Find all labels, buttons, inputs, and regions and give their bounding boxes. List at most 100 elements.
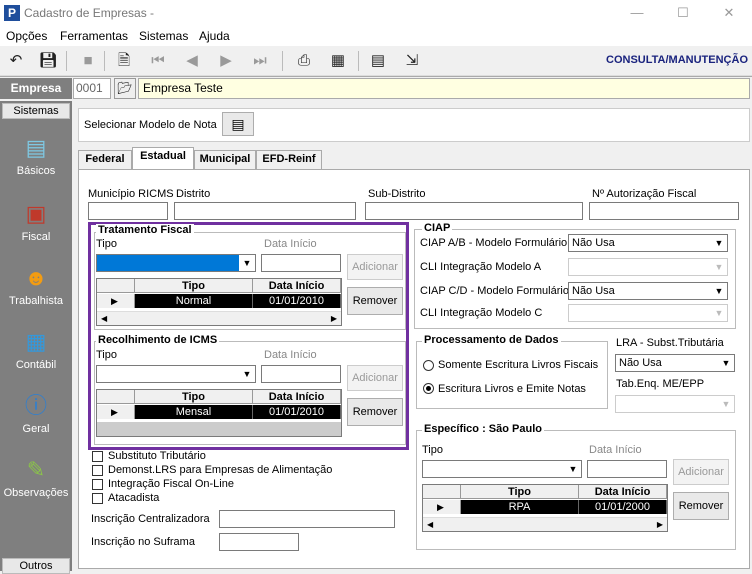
subdistrito-label: Sub-Distrito	[368, 188, 426, 200]
model-note-button[interactable]: ▤	[222, 112, 254, 136]
sidebar-item-trabalhista[interactable]: ☻ Trabalhista	[0, 263, 72, 307]
table-row-data[interactable]: 01/01/2000	[579, 500, 667, 514]
distrito-label: Distrito	[176, 188, 211, 200]
undo-icon[interactable]: ↶	[4, 49, 28, 73]
autorizacao-label: Nº Autorização Fiscal	[592, 188, 697, 200]
cli-c-select[interactable]: ▼	[568, 304, 728, 322]
empresa-label: Empresa	[0, 78, 72, 99]
radio-escritura-emite[interactable]	[423, 383, 434, 394]
inscricao-centralizadora-label: Inscrição Centralizadora	[91, 513, 210, 525]
horizontal-scrollbar[interactable]: ◀ ▶	[97, 311, 341, 325]
minimize-icon[interactable]: —	[614, 2, 660, 24]
tabenq-select[interactable]: ▼	[615, 395, 735, 413]
autorizacao-input[interactable]	[589, 202, 739, 220]
inscricao-suframa-input[interactable]	[219, 533, 299, 551]
row-indicator-icon: ▶	[97, 294, 135, 308]
cli-a-select[interactable]: ▼	[568, 258, 728, 276]
ciap-ab-select[interactable]: Não Usa ▼	[568, 234, 728, 252]
chevron-down-icon: ▼	[568, 464, 578, 474]
toolbar: ↶ 💾︎ ■ 🗎 ⏮ ◀ ▶ ⏭ ⎙ ▦ ▤ ⇲ CONSULTA/MANUTE…	[0, 46, 752, 76]
cli-c-label: CLI Integração Modelo C	[420, 307, 543, 319]
exit-icon[interactable]: ⇲	[400, 49, 424, 73]
checkbox-demonst[interactable]	[92, 465, 103, 476]
lra-label: LRA - Subst.Tributária	[616, 337, 724, 349]
calculator-icon[interactable]: ▦	[326, 49, 350, 73]
table-row-data[interactable]: 01/01/2010	[253, 405, 341, 419]
sidebar-item-geral[interactable]: ⓘ Geral	[0, 391, 72, 435]
chevron-down-icon: ▼	[721, 358, 731, 368]
recolhimento-data-input[interactable]	[261, 365, 341, 383]
col-data: Data Início	[253, 390, 341, 404]
sidebar-item-observacoes[interactable]: ✎ Observações	[0, 455, 72, 499]
subdistrito-input[interactable]	[365, 202, 583, 220]
especifico-tipo-select[interactable]: ▼	[422, 460, 582, 478]
especifico-remove-button[interactable]: Remover	[673, 492, 729, 520]
radio-escritura-label: Escritura Livros e Emite Notas	[438, 383, 586, 395]
col-data: Data Início	[253, 279, 341, 293]
tratamento-add-button[interactable]: Adicionar	[347, 254, 403, 280]
table-row-tipo[interactable]: Mensal	[135, 405, 253, 419]
save-icon[interactable]: 💾︎	[36, 49, 60, 73]
menu-ajuda[interactable]: Ajuda	[199, 29, 230, 43]
grid-empty-area	[97, 422, 341, 436]
last-record-icon[interactable]: ⏭	[248, 49, 272, 73]
bookmark-icon[interactable]: ■	[76, 49, 100, 73]
chevron-down-icon: ▼	[721, 399, 731, 409]
toolbar-separator	[358, 51, 359, 71]
empresa-code-field[interactable]: 0001	[73, 78, 111, 99]
checkbox-integracao[interactable]	[92, 479, 103, 490]
table-row-data[interactable]: 01/01/2010	[253, 294, 341, 308]
menu-sistemas[interactable]: Sistemas	[139, 29, 188, 43]
processamento-group	[416, 341, 608, 409]
sidebar-footer[interactable]: Outros	[2, 558, 70, 574]
tratamento-data-input[interactable]	[261, 254, 341, 272]
preview-icon[interactable]: 🗎	[112, 49, 136, 73]
inscricao-centralizadora-input[interactable]	[219, 510, 395, 528]
close-icon[interactable]: ✕	[706, 2, 752, 24]
print-icon[interactable]: ⎙	[292, 49, 316, 73]
sidebar-item-contabil[interactable]: ▦ Contábil	[0, 327, 72, 371]
municipio-input[interactable]	[88, 202, 168, 220]
recolhimento-remove-button[interactable]: Remover	[347, 398, 403, 426]
ciap-cd-select[interactable]: Não Usa ▼	[568, 282, 728, 300]
recolhimento-add-button[interactable]: Adicionar	[347, 365, 403, 391]
especifico-title: Específico : São Paulo	[422, 423, 544, 435]
toolbar-separator	[104, 51, 105, 71]
checkbox-atacadista[interactable]	[92, 493, 103, 504]
chevron-down-icon: ▼	[242, 369, 252, 379]
especifico-data-input[interactable]	[587, 460, 667, 478]
chevron-down-icon: ▼	[714, 308, 724, 318]
recolhimento-tipo-select[interactable]: ▼	[96, 365, 256, 383]
table-row-tipo[interactable]: RPA	[461, 500, 579, 514]
row-indicator-icon: ▶	[423, 500, 461, 514]
tab-federal[interactable]: Federal	[78, 150, 132, 169]
distrito-input[interactable]	[174, 202, 356, 220]
horizontal-scrollbar[interactable]: ◀ ▶	[423, 517, 667, 531]
tratamento-remove-button[interactable]: Remover	[347, 287, 403, 315]
tab-estadual[interactable]: Estadual	[132, 147, 194, 170]
tab-municipal[interactable]: Municipal	[194, 150, 256, 169]
menu-opcoes[interactable]: Opções	[6, 29, 47, 43]
menu-ferramentas[interactable]: Ferramentas	[60, 29, 128, 43]
tab-efd-reinf[interactable]: EFD-Reinf	[256, 150, 322, 169]
radio-somente-escritura[interactable]	[423, 360, 434, 371]
row-indicator-icon: ▶	[97, 405, 135, 419]
empresa-name-field[interactable]: Empresa Teste	[138, 78, 750, 99]
grid-corner	[97, 390, 135, 404]
checkbox-substituto[interactable]	[92, 451, 103, 462]
especifico-add-button[interactable]: Adicionar	[673, 459, 729, 485]
folder-open-icon[interactable]: 📂︎	[114, 78, 136, 99]
sidebar-item-basicos[interactable]: ▤ Básicos	[0, 133, 72, 177]
ciap-cd-label: CIAP C/D - Modelo Formulário	[420, 285, 569, 297]
sidebar-item-fiscal[interactable]: ▣ Fiscal	[0, 199, 72, 243]
table-row-tipo[interactable]: Normal	[135, 294, 253, 308]
tratamento-tipo-select[interactable]: ▼	[96, 254, 256, 272]
first-record-icon[interactable]: ⏮	[146, 49, 170, 73]
report-icon[interactable]: ▤	[366, 49, 390, 73]
next-record-icon[interactable]: ▶	[214, 49, 238, 73]
lra-select[interactable]: Não Usa ▼	[615, 354, 735, 372]
previous-record-icon[interactable]: ◀	[180, 49, 204, 73]
municipio-label: Município RICMS	[88, 188, 174, 200]
maximize-icon[interactable]: ☐	[660, 2, 706, 24]
recolhimento-data-label: Data Início	[264, 349, 317, 361]
